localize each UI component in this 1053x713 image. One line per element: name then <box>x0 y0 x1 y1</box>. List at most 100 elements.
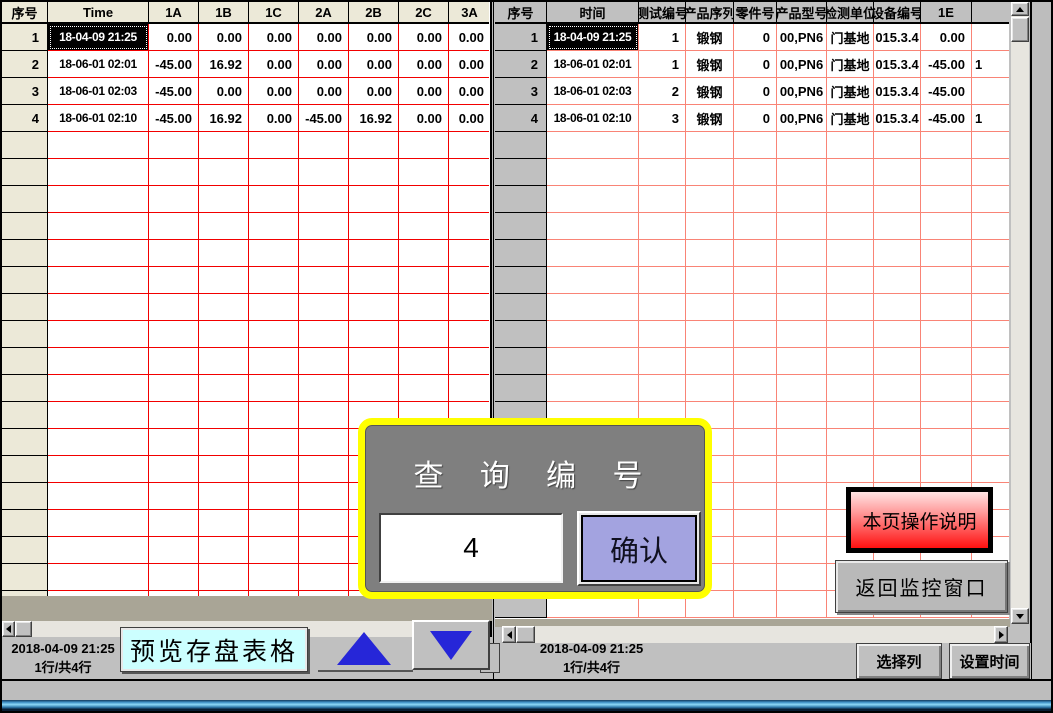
row-number-cell[interactable]: 4 <box>495 105 547 132</box>
grid-cell[interactable]: 0.00 <box>299 78 349 105</box>
row-number-cell[interactable]: 1 <box>495 24 547 51</box>
left-hscroll-thumb[interactable] <box>15 621 32 637</box>
grid-cell[interactable]: 锻钢 <box>686 78 734 105</box>
time-cell[interactable]: 18-06-01 02:03 <box>48 78 149 105</box>
grid-cell[interactable]: 0.00 <box>149 24 199 51</box>
time-cell[interactable]: 18-06-01 02:10 <box>48 105 149 132</box>
grid-cell[interactable]: 2 <box>639 78 686 105</box>
scroll-right-icon[interactable] <box>994 626 1008 643</box>
grid-cell[interactable]: 1 <box>639 24 686 51</box>
grid-cell[interactable]: 0.00 <box>199 78 249 105</box>
grid-cell[interactable]: 16.92 <box>199 105 249 132</box>
grid-cell[interactable]: 0.00 <box>349 78 399 105</box>
time-cell[interactable]: 18-06-01 02:10 <box>547 105 639 132</box>
right-status-timestamp: 2018-04-09 21:25 <box>509 639 674 658</box>
grid-cell[interactable]: 015.3.4 <box>874 51 921 78</box>
grid-cell[interactable]: -45.00 <box>149 51 199 78</box>
grid-cell[interactable] <box>972 24 1009 51</box>
select-columns-button[interactable]: 选择列 <box>856 643 942 679</box>
grid-cell[interactable]: 0.00 <box>199 24 249 51</box>
time-cell[interactable]: 18-04-09 21:25 <box>547 24 639 51</box>
grid-cell[interactable]: 0.00 <box>249 105 299 132</box>
grid-cell[interactable]: 015.3.4 <box>874 24 921 51</box>
confirm-button[interactable]: 确认 <box>577 511 701 586</box>
scroll-down-button[interactable] <box>412 620 490 670</box>
grid-cell[interactable]: -45.00 <box>149 78 199 105</box>
grid-cell[interactable]: 00,PN6 <box>777 78 827 105</box>
time-cell[interactable]: 18-06-01 02:01 <box>547 51 639 78</box>
workspace: 序号Time1A1B1C2A2B2C3A118-04-09 21:250.000… <box>2 2 1051 711</box>
grid-cell[interactable]: 锻钢 <box>686 105 734 132</box>
grid-cell[interactable]: 015.3.4 <box>874 105 921 132</box>
grid-cell[interactable]: 0.00 <box>449 51 489 78</box>
grid-cell[interactable]: 0.00 <box>349 24 399 51</box>
grid-cell[interactable]: 门基地 <box>827 51 874 78</box>
empty-table-row <box>495 213 1009 240</box>
back-to-monitor-button[interactable]: 返回监控窗口 <box>835 560 1008 613</box>
grid-cell[interactable]: 015.3.4 <box>874 78 921 105</box>
grid-cell[interactable]: 1 <box>972 105 1009 132</box>
row-number-cell[interactable]: 3 <box>495 78 547 105</box>
grid-cell[interactable]: 0.00 <box>449 105 489 132</box>
grid-cell[interactable]: 00,PN6 <box>777 24 827 51</box>
grid-cell[interactable]: 0.00 <box>349 51 399 78</box>
time-cell[interactable]: 18-06-01 02:01 <box>48 51 149 78</box>
grid-cell[interactable]: 门基地 <box>827 78 874 105</box>
row-number-cell[interactable]: 2 <box>2 51 48 78</box>
grid-cell[interactable]: 3 <box>639 105 686 132</box>
grid-cell[interactable]: 0.00 <box>249 78 299 105</box>
page-help-button[interactable]: 本页操作说明 <box>846 487 993 553</box>
grid-cell[interactable]: 锻钢 <box>686 51 734 78</box>
grid-cell[interactable]: 0.00 <box>299 24 349 51</box>
time-cell[interactable]: 18-06-01 02:03 <box>547 78 639 105</box>
grid-cell[interactable]: 16.92 <box>349 105 399 132</box>
row-number-cell[interactable]: 3 <box>2 78 48 105</box>
grid-cell[interactable]: -45.00 <box>149 105 199 132</box>
grid-cell[interactable]: 1 <box>972 51 1009 78</box>
grid-cell[interactable]: 0.00 <box>399 78 449 105</box>
grid-cell[interactable]: -45.00 <box>921 105 972 132</box>
grid-cell[interactable]: 0 <box>734 51 777 78</box>
grid-cell[interactable]: 0.00 <box>399 51 449 78</box>
grid-cell[interactable]: 0.00 <box>449 24 489 51</box>
scroll-up-triangle-icon[interactable] <box>337 632 391 665</box>
grid-cell[interactable]: 0.00 <box>249 51 299 78</box>
scroll-up-icon[interactable] <box>1011 2 1029 16</box>
grid-cell[interactable]: -45.00 <box>299 105 349 132</box>
grid-cell[interactable]: 0.00 <box>249 24 299 51</box>
preview-saved-table-button[interactable]: 预览存盘表格 <box>120 627 308 672</box>
grid-cell[interactable]: 1 <box>639 51 686 78</box>
grid-cell[interactable]: 门基地 <box>827 24 874 51</box>
scroll-down-icon[interactable] <box>1011 608 1029 624</box>
grid-cell[interactable]: 0.00 <box>299 51 349 78</box>
grid-cell[interactable]: 0.00 <box>399 105 449 132</box>
row-number-cell[interactable]: 1 <box>2 24 48 51</box>
grid-cell <box>399 267 449 294</box>
grid-cell[interactable]: 00,PN6 <box>777 51 827 78</box>
set-time-button[interactable]: 设置时间 <box>949 643 1030 679</box>
scroll-left-icon[interactable] <box>2 621 15 637</box>
row-number-cell[interactable]: 2 <box>495 51 547 78</box>
grid-cell[interactable]: 00,PN6 <box>777 105 827 132</box>
grid-cell[interactable]: 0.00 <box>921 24 972 51</box>
grid-cell <box>249 429 299 456</box>
grid-cell[interactable]: 0.00 <box>449 78 489 105</box>
right-vscroll-thumb[interactable] <box>1011 17 1029 42</box>
grid-cell <box>777 402 827 429</box>
grid-cell <box>48 429 149 456</box>
grid-cell[interactable]: 门基地 <box>827 105 874 132</box>
grid-cell <box>48 213 149 240</box>
grid-cell[interactable]: -45.00 <box>921 51 972 78</box>
time-cell[interactable]: 18-04-09 21:25 <box>48 24 149 51</box>
grid-cell[interactable]: -45.00 <box>921 78 972 105</box>
grid-cell[interactable]: 0.00 <box>399 24 449 51</box>
right-vertical-scrollbar[interactable] <box>1011 2 1029 624</box>
grid-cell[interactable]: 锻钢 <box>686 24 734 51</box>
grid-cell[interactable]: 16.92 <box>199 51 249 78</box>
query-number-input[interactable] <box>379 513 563 583</box>
grid-cell[interactable]: 0 <box>734 78 777 105</box>
grid-cell[interactable]: 0 <box>734 105 777 132</box>
grid-cell[interactable] <box>972 78 1009 105</box>
row-number-cell[interactable]: 4 <box>2 105 48 132</box>
grid-cell[interactable]: 0 <box>734 24 777 51</box>
